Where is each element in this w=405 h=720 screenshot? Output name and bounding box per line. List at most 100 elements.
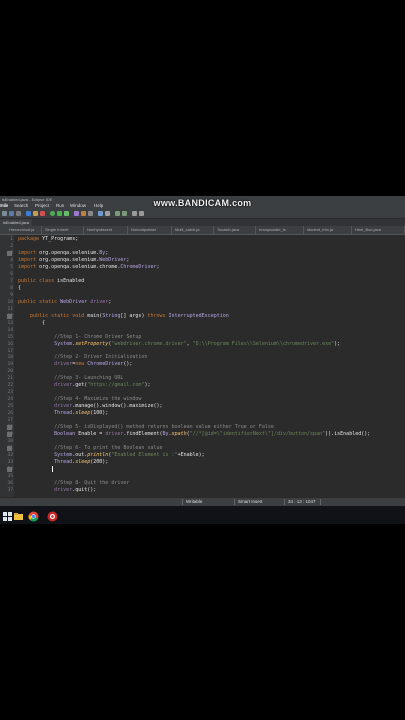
- print-icon[interactable]: [16, 211, 21, 216]
- editor-tab-active[interactable]: isEnabled.java: [0, 219, 33, 226]
- code-line[interactable]: 24 //Step 4- Maximize the window: [0, 396, 405, 403]
- line-number: 32: [7, 453, 13, 459]
- debug-run-icon[interactable]: [57, 211, 62, 216]
- new-icon[interactable]: [2, 211, 7, 216]
- forward-icon[interactable]: [139, 211, 144, 216]
- code-line[interactable]: 6: [0, 271, 405, 278]
- chrome-icon[interactable]: [28, 509, 39, 522]
- prev-annotation-icon[interactable]: [122, 211, 127, 216]
- code-line[interactable]: 27: [0, 417, 405, 424]
- code-line[interactable]: 23: [0, 389, 405, 396]
- line-number: 8: [10, 285, 13, 291]
- tab-multi-catch[interactable]: Multi_catch.ja: [172, 226, 214, 234]
- next-annotation-icon[interactable]: [115, 211, 120, 216]
- line-number: 22: [7, 383, 13, 389]
- line-number: 4: [10, 257, 13, 263]
- code-line[interactable]: 28 //Step 5- isDisplayed() method return…: [0, 424, 405, 431]
- code-line[interactable]: 18 //Step 2- Driver Initialization: [0, 354, 405, 361]
- tab-single-inherit[interactable]: Single Inherit: [42, 226, 84, 234]
- new-class-icon[interactable]: [74, 211, 79, 216]
- status-separator: [320, 499, 321, 505]
- line-number: 10: [7, 299, 13, 305]
- status-separator: [182, 499, 183, 505]
- code-line[interactable]: 30: [0, 438, 405, 445]
- code-line[interactable]: 34: [0, 466, 405, 473]
- stop-icon[interactable]: [40, 211, 45, 216]
- tab-hierarchical[interactable]: Hierarchical.ja: [0, 226, 42, 234]
- code-text: Thread.sleep(100);: [54, 410, 109, 417]
- debug-icon[interactable]: [26, 211, 31, 216]
- annotation-marker-icon[interactable]: [7, 432, 12, 438]
- code-line[interactable]: 26 Thread.sleep(100);: [0, 410, 405, 417]
- annotation-marker-icon[interactable]: [7, 425, 12, 431]
- line-number: 18: [7, 355, 13, 361]
- toolbar: [0, 209, 405, 219]
- code-line[interactable]: 10 public static WebDriver driver;: [0, 299, 405, 306]
- code-line[interactable]: 15 //Step 1- Chrome Driver Setup: [0, 334, 405, 341]
- line-number: 21: [7, 376, 13, 382]
- tab-nonoutputiast[interactable]: Nonoutputiast: [128, 226, 172, 234]
- tab-encapsulate[interactable]: encapsulate_ts: [256, 226, 304, 234]
- code-line[interactable]: 19 driver=new ChromeDriver();: [0, 361, 405, 368]
- tab-html-boo[interactable]: Html_Boo.java: [352, 226, 405, 234]
- code-line[interactable]: 14: [0, 327, 405, 334]
- code-text: driver=new ChromeDriver();: [54, 361, 133, 368]
- code-line[interactable]: 4 import org.openqa.selenium.WebDriver;: [0, 257, 405, 264]
- editor-tab-bar: isEnabled.java: [0, 219, 405, 226]
- line-number: 17: [7, 348, 13, 354]
- tab-student-info[interactable]: student_info.ja: [304, 226, 352, 234]
- code-line[interactable]: 21 //Step 3- Launching URL: [0, 375, 405, 382]
- run-icon[interactable]: [50, 211, 55, 216]
- new-package-icon[interactable]: [81, 211, 86, 216]
- annotation-marker-icon[interactable]: [7, 467, 12, 472]
- code-line[interactable]: 2: [0, 243, 405, 250]
- annotation-marker-icon[interactable]: [7, 446, 12, 452]
- code-line[interactable]: 20: [0, 368, 405, 375]
- code-line[interactable]: 35: [0, 473, 405, 480]
- code-line[interactable]: 33 Thread.sleep(200);: [0, 459, 405, 466]
- tab-nonhyoliscent[interactable]: Nonhyoliscent: [84, 226, 128, 234]
- windows-start-icon[interactable]: [2, 509, 13, 521]
- code-text: {: [18, 319, 46, 326]
- code-text: System.out.println("Enabled Element is :…: [54, 452, 205, 459]
- code-line[interactable]: 13 {: [0, 320, 405, 327]
- code-line[interactable]: 11: [0, 306, 405, 313]
- code-line[interactable]: 37 driver.quit();: [0, 487, 405, 494]
- annotation-marker-icon[interactable]: [7, 313, 12, 319]
- code-line[interactable]: 29 Boolean Enable = driver.findElement(B…: [0, 431, 405, 438]
- code-line[interactable]: 12 public static void main(String[] args…: [0, 313, 405, 320]
- code-line[interactable]: 1 package YT_Programs;: [0, 236, 405, 243]
- code-line[interactable]: 16 System.setProperty("webdriver.chrome.…: [0, 341, 405, 348]
- code-line[interactable]: 8{: [0, 285, 405, 292]
- code-line[interactable]: 17: [0, 348, 405, 355]
- code-line[interactable]: 7 public class isEnabled: [0, 278, 405, 285]
- code-line[interactable]: 31 //Step 6- To print the Boolean value: [0, 445, 405, 452]
- code-text: //Step 5- isDisplayed() method returns b…: [18, 424, 274, 431]
- code-editor[interactable]: 1package YT_Programs;23import org.openqa…: [0, 236, 405, 496]
- recording-icon[interactable]: [47, 509, 58, 522]
- file-explorer-icon[interactable]: [13, 509, 24, 520]
- status-separator: [284, 499, 285, 505]
- file-tab-bar: Hierarchical.ja Single Inherit Nonhyolis…: [0, 226, 405, 235]
- open-type-icon[interactable]: [88, 211, 93, 216]
- code-line[interactable]: 3import org.openqa.selenium.By;: [0, 250, 405, 257]
- skip-icon[interactable]: [33, 211, 38, 216]
- back-icon[interactable]: [132, 211, 137, 216]
- tab-tocatch[interactable]: Tocatch.java: [214, 226, 256, 234]
- code-line[interactable]: 22 driver.get("https://gmail.com");: [0, 382, 405, 389]
- line-number: 11: [7, 306, 13, 312]
- code-line[interactable]: 5 import org.openqa.selenium.chrome.Chrom…: [0, 264, 405, 271]
- status-insert-mode: Smart Insert: [238, 499, 263, 504]
- code-text: public class isEnabled: [18, 277, 85, 284]
- code-line[interactable]: 25 driver.manage().window().maximize();: [0, 403, 405, 410]
- save-icon[interactable]: [9, 211, 14, 216]
- code-text: //Step 4- Maximize the window: [18, 396, 142, 403]
- toggle-mark-icon[interactable]: [105, 211, 110, 216]
- code-line[interactable]: 32 System.out.println("Enabled Element i…: [0, 452, 405, 459]
- code-line[interactable]: 36 //Step 8- Quit the driver: [0, 480, 405, 487]
- code-line[interactable]: 9: [0, 292, 405, 299]
- line-number: 19: [7, 362, 13, 368]
- annotation-marker-icon[interactable]: [7, 250, 12, 256]
- search-icon[interactable]: [98, 211, 103, 216]
- coverage-icon[interactable]: [64, 211, 69, 216]
